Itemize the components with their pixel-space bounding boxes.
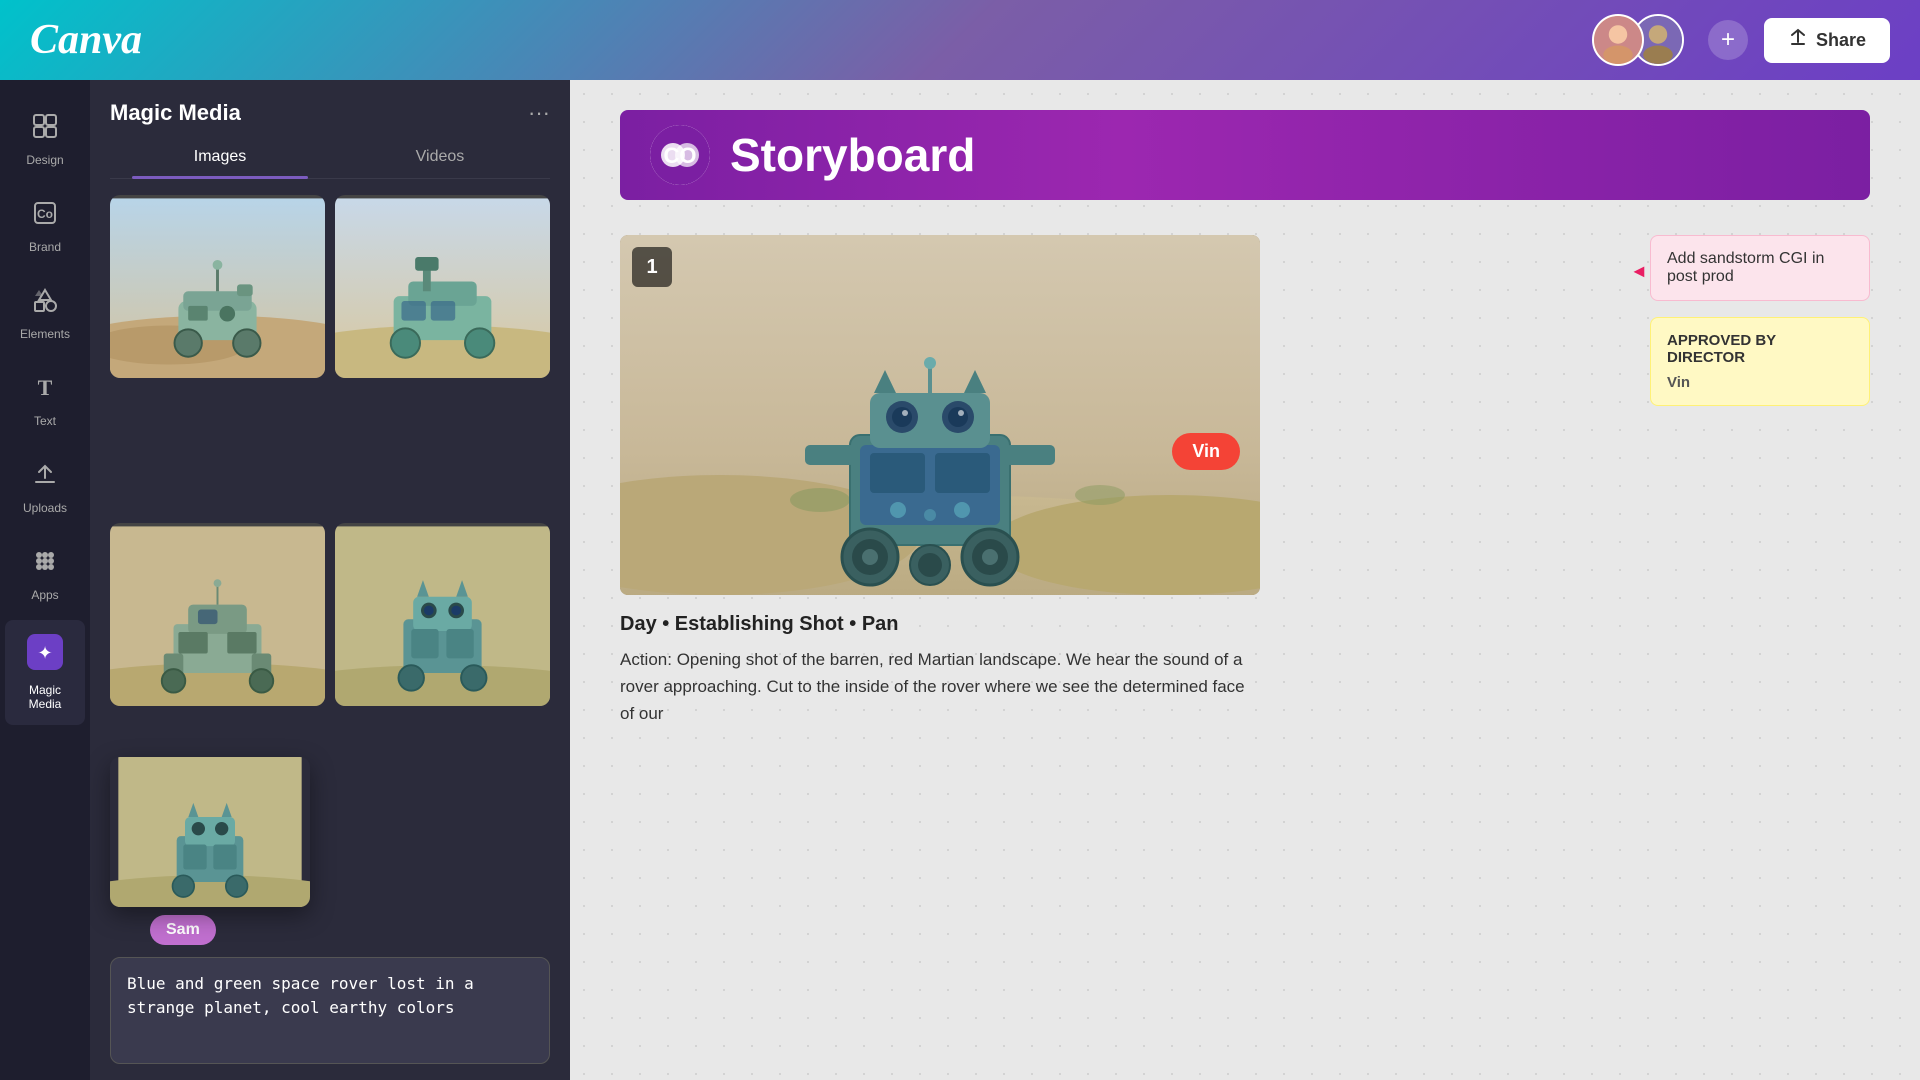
share-button[interactable]: Share	[1764, 18, 1890, 63]
comment-bubble-area: ◄ Add sandstorm CGI in post prod APPROVE…	[1650, 235, 1870, 406]
svg-text:Co: Co	[37, 207, 53, 221]
storyboard-header: CO Storyboard	[620, 110, 1870, 200]
sam-cursor-area: Sam	[90, 907, 570, 949]
left-panel: Magic Media ··· Images Videos	[90, 80, 570, 1080]
sidebar-item-uploads-label: Uploads	[23, 501, 67, 515]
share-icon	[1788, 28, 1808, 53]
grid-image-2[interactable]	[335, 195, 550, 378]
text-icon: T	[31, 373, 59, 408]
header: Canva +	[0, 0, 1920, 80]
scene-card: 1 Vin Day • Establishing Shot • Pan Acti…	[620, 235, 1260, 728]
sidebar-item-apps[interactable]: Apps	[5, 533, 85, 616]
sam-badge: Sam	[150, 915, 216, 945]
svg-text:T: T	[38, 375, 53, 400]
elements-icon	[31, 286, 59, 321]
sidebar-item-text[interactable]: T Text	[5, 359, 85, 442]
apps-icon	[31, 547, 59, 582]
magic-media-icon: ✦	[27, 634, 63, 677]
scene-caption: Day • Establishing Shot • Pan	[620, 613, 1260, 636]
header-right: + Share	[1592, 14, 1890, 66]
scene-number: 1	[632, 247, 672, 287]
storyboard-title: Storyboard	[730, 128, 975, 182]
panel-header: Magic Media ···	[90, 80, 570, 136]
comment-pink-wrapper: ◄ Add sandstorm CGI in post prod	[1650, 235, 1870, 301]
sidebar-item-brand-label: Brand	[29, 240, 61, 254]
sidebar-item-uploads[interactable]: Uploads	[5, 446, 85, 529]
main-layout: Design Co Brand Elements	[0, 80, 1920, 1080]
sidebar: Design Co Brand Elements	[0, 80, 90, 1080]
comment-pink[interactable]: Add sandstorm CGI in post prod	[1650, 235, 1870, 301]
svg-text:✦: ✦	[37, 643, 52, 663]
share-label: Share	[1816, 30, 1866, 51]
sidebar-item-elements-label: Elements	[20, 327, 70, 341]
tab-videos[interactable]: Videos	[330, 136, 550, 178]
panel-menu-button[interactable]: ···	[528, 100, 550, 126]
image-grid	[90, 179, 570, 857]
uploads-icon	[31, 460, 59, 495]
tab-images[interactable]: Images	[110, 136, 330, 178]
vin-badge: Vin	[1172, 433, 1240, 470]
canvas-area[interactable]: CO Storyboard	[570, 80, 1920, 1080]
avatar-1	[1592, 14, 1644, 66]
sidebar-item-elements[interactable]: Elements	[5, 272, 85, 355]
sidebar-item-text-label: Text	[34, 414, 56, 428]
storyboard-logo: CO	[650, 125, 710, 185]
prompt-area[interactable]: Blue and green space rover lost in a str…	[110, 957, 550, 1064]
scene-image-container: 1 Vin	[620, 235, 1260, 595]
sidebar-item-apps-label: Apps	[31, 588, 58, 602]
sidebar-item-design-label: Design	[26, 153, 63, 167]
sidebar-item-magic-media-label: Magic Media	[13, 683, 77, 711]
scene-action: Action: Opening shot of the barren, red …	[620, 646, 1260, 728]
panel-tabs: Images Videos	[110, 136, 550, 179]
sidebar-item-design[interactable]: Design	[5, 98, 85, 181]
comment-pink-text: Add sandstorm CGI in post prod	[1667, 250, 1824, 285]
grid-image-3[interactable]	[110, 523, 325, 706]
canva-logo: Canva	[30, 16, 142, 64]
prompt-input[interactable]: Blue and green space rover lost in a str…	[127, 972, 533, 1044]
add-collaborator-button[interactable]: +	[1708, 20, 1748, 60]
grid-image-1[interactable]	[110, 195, 325, 378]
grid-image-4[interactable]	[335, 523, 550, 706]
sidebar-item-magic-media[interactable]: ✦ Magic Media	[5, 620, 85, 725]
comment-author: Vin	[1667, 374, 1853, 391]
panel-title: Magic Media	[110, 100, 241, 126]
comment-yellow[interactable]: APPROVED BY DIRECTOR Vin	[1650, 317, 1870, 406]
collaborator-avatars	[1592, 14, 1684, 66]
design-icon	[31, 112, 59, 147]
approved-text: APPROVED BY DIRECTOR	[1667, 332, 1853, 366]
comment-arrow-icon: ◄	[1630, 261, 1648, 282]
sidebar-item-brand[interactable]: Co Brand	[5, 185, 85, 268]
brand-icon: Co	[31, 199, 59, 234]
